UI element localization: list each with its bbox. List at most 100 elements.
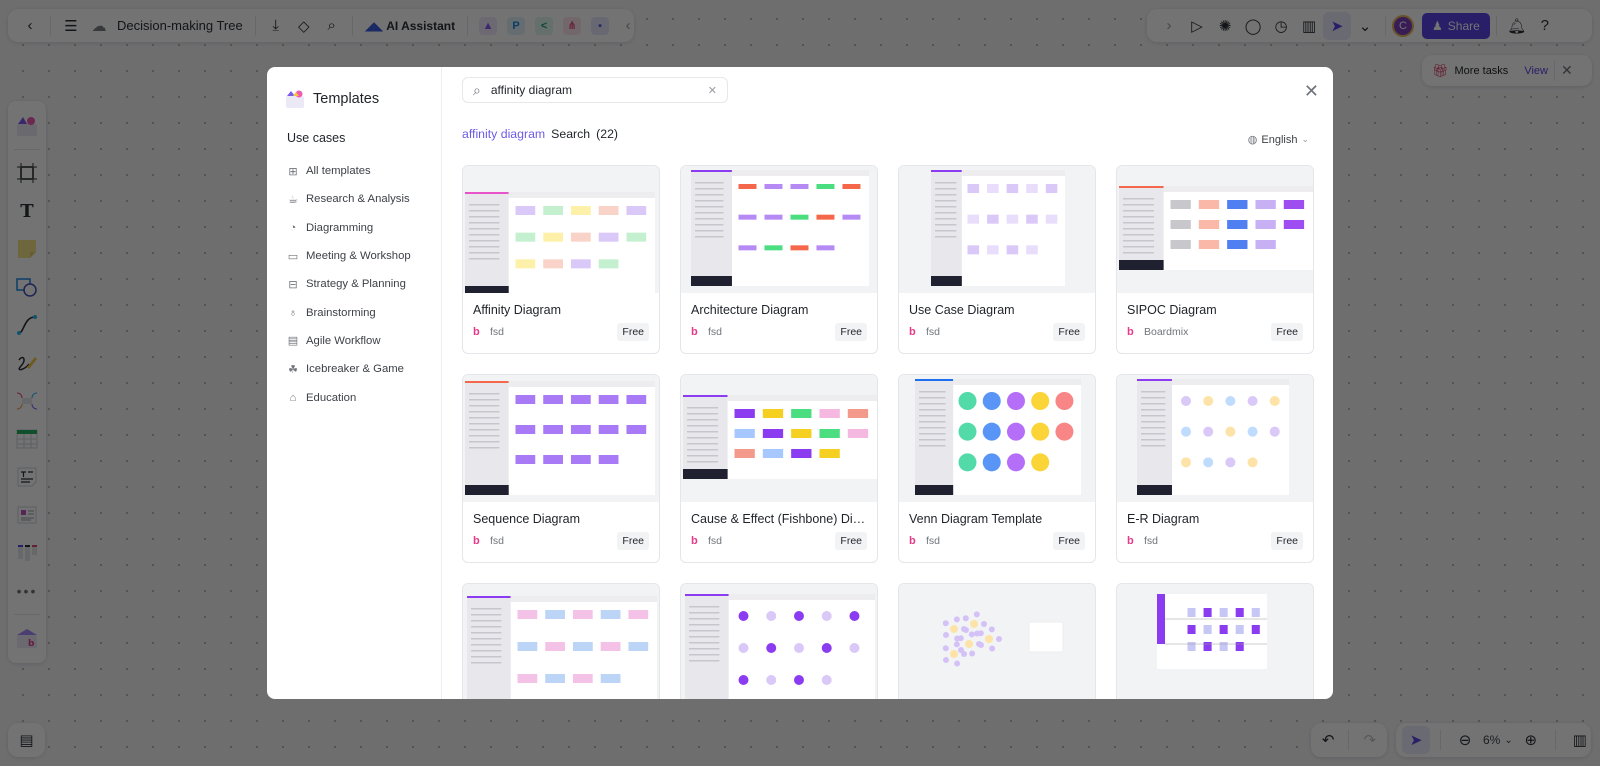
free-badge: Free — [835, 532, 867, 550]
clipboard-icon: ▤ — [287, 335, 299, 348]
template-card[interactable]: Architecture Diagram b fsd Free — [680, 165, 878, 354]
language-selector[interactable]: ◍ English ⌄ — [1248, 133, 1309, 147]
template-name: Affinity Diagram — [473, 303, 561, 317]
category-diagramming[interactable]: ◔ Diagramming — [287, 214, 423, 242]
template-meta: b fsd Free — [691, 323, 867, 341]
templates-modal: Templates Use cases ⊞ All templates ☕ Resea… — [267, 67, 1333, 699]
boardmix-logo-icon: b — [909, 535, 916, 547]
templates-main: ⌕ ✕ affinity diagram Search (22) ◍ Engli… — [442, 67, 1333, 699]
cup-icon: ☕ — [288, 193, 298, 206]
template-card[interactable]: Sequence Diagram b fsd Free — [462, 374, 660, 563]
boardmix-logo-icon: b — [473, 326, 480, 338]
category-all-templates[interactable]: ⊞ All templates — [287, 157, 423, 185]
boardmix-logo-icon: b — [909, 326, 916, 338]
template-thumbnail — [681, 375, 877, 502]
template-thumbnail — [463, 584, 659, 699]
author-name: fsd — [926, 535, 941, 547]
template-meta: b fsd Free — [909, 323, 1085, 341]
category-meeting-workshop[interactable]: ▭ Meeting & Workshop — [287, 242, 423, 270]
template-thumbnail — [1117, 375, 1313, 502]
author-name: Boardmix — [1144, 326, 1189, 338]
category-education[interactable]: ⌂ Education — [287, 383, 423, 411]
template-info: E-R Diagram b fsd Free — [1117, 502, 1313, 560]
template-name: SIPOC Diagram — [1127, 303, 1217, 317]
clear-search-icon[interactable]: ✕ — [708, 84, 717, 97]
template-thumbnail — [681, 584, 877, 699]
category-icebreaker-game[interactable]: ☘ Icebreaker & Game — [287, 355, 423, 383]
template-card[interactable] — [680, 583, 878, 699]
template-thumbnail — [463, 375, 659, 502]
language-label: English — [1261, 133, 1298, 146]
template-thumbnail — [463, 166, 659, 293]
free-badge: Free — [617, 323, 649, 341]
template-name: Use Case Diagram — [909, 303, 1015, 317]
result-count: (22) — [596, 127, 619, 141]
author-name: fsd — [708, 326, 723, 338]
template-name: Architecture Diagram — [691, 303, 809, 317]
svg-text:.: . — [959, 609, 960, 613]
template-thumbnail — [681, 166, 877, 293]
boardmix-logo-icon: b — [691, 326, 698, 338]
template-author: b Boardmix — [1127, 326, 1188, 338]
template-search-input[interactable] — [490, 83, 698, 97]
template-info: Architecture Diagram b fsd Free — [681, 293, 877, 351]
template-info: SIPOC Diagram b Boardmix Free — [1117, 293, 1313, 351]
pie-chart-icon: ◔ — [289, 221, 297, 234]
template-meta: b fsd Free — [1127, 532, 1303, 550]
category-label: Research & Analysis — [306, 193, 410, 206]
author-name: fsd — [926, 326, 941, 338]
template-card[interactable]: Venn Diagram Template b fsd Free — [898, 374, 1096, 563]
template-card[interactable]: Affinity Diagram b fsd Free — [462, 165, 660, 354]
category-brainstorming[interactable]: ♁ Brainstorming — [287, 298, 423, 326]
category-research-analysis[interactable]: ☕ Research & Analysis — [287, 185, 423, 213]
search-results-info: affinity diagram Search (22) — [462, 127, 1313, 141]
template-card[interactable]: SIPOC Diagram b Boardmix Free — [1116, 165, 1314, 354]
free-badge: Free — [1271, 532, 1303, 550]
template-meta: b fsd Free — [691, 532, 867, 550]
template-name: Venn Diagram Template — [909, 512, 1043, 526]
template-info: Sequence Diagram b fsd Free — [463, 502, 659, 560]
template-thumbnail — [899, 375, 1095, 502]
use-cases-heading: Use cases — [287, 131, 346, 145]
template-author: b fsd — [691, 326, 722, 338]
template-author: b fsd — [1127, 535, 1158, 547]
category-label: Diagramming — [306, 221, 374, 234]
search-icon: ⌕ — [473, 81, 481, 98]
category-label: Education — [306, 391, 357, 404]
graduation-cap-icon: ⌂ — [289, 391, 297, 404]
template-card[interactable]: E-R Diagram b fsd Free — [1116, 374, 1314, 563]
boardmix-logo-icon: b — [473, 535, 480, 547]
template-card[interactable] — [462, 583, 660, 699]
template-card[interactable]: Use Case Diagram b fsd Free — [898, 165, 1096, 354]
category-list: ⊞ All templates ☕ Research & Analysis ◔ Diagr… — [285, 157, 423, 412]
template-info: Cause & Effect (Fishbone) Dia... b fsd Free — [681, 502, 877, 560]
category-agile-workflow[interactable]: ▤ Agile Workflow — [287, 327, 423, 355]
boardmix-logo-icon: b — [691, 535, 698, 547]
free-badge: Free — [1053, 532, 1085, 550]
close-modal-icon[interactable]: ✕ — [1304, 81, 1319, 102]
briefcase-icon: ⊟ — [288, 278, 298, 291]
category-label: Brainstorming — [306, 306, 376, 319]
grid-icon: ⊞ — [288, 165, 298, 178]
category-strategy-planning[interactable]: ⊟ Strategy & Planning — [287, 270, 423, 298]
templates-title: Templates — [313, 91, 380, 107]
template-name: E-R Diagram — [1127, 512, 1200, 526]
boardmix-logo-icon: b — [1127, 535, 1134, 547]
category-label: All templates — [306, 165, 371, 178]
template-search-box[interactable]: ⌕ ✕ — [462, 77, 728, 103]
template-name: Cause & Effect (Fishbone) Dia... — [691, 512, 867, 526]
template-grid: Affinity Diagram b fsd Free Architecture Dia… — [462, 165, 1314, 699]
template-thumbnail — [1117, 166, 1313, 293]
template-card[interactable]: Cause & Effect (Fishbone) Dia... b fsd Free — [680, 374, 878, 563]
author-name: fsd — [490, 535, 505, 547]
template-author: b fsd — [909, 326, 940, 338]
template-meta: b fsd Free — [473, 532, 649, 550]
template-card[interactable]: . — [898, 583, 1096, 699]
template-author: b fsd — [473, 535, 504, 547]
template-card[interactable] — [1116, 583, 1314, 699]
free-badge: Free — [617, 532, 649, 550]
category-label: Icebreaker & Game — [306, 363, 404, 376]
template-name: Sequence Diagram — [473, 512, 581, 526]
free-badge: Free — [835, 323, 867, 341]
search-label: Search — [551, 127, 591, 141]
